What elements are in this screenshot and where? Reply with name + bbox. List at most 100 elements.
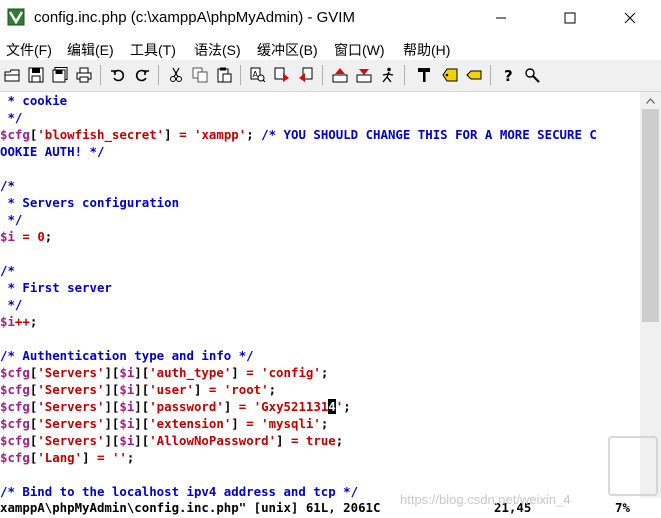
scrollbar-thumb[interactable] — [642, 109, 659, 322]
code-line[interactable]: */ — [0, 296, 22, 313]
menu-bar: 文件(F) 编辑(E) 工具(T) 语法(S) 缓冲区(B) 窗口(W) 帮助(… — [0, 36, 661, 60]
make-button[interactable] — [414, 65, 434, 85]
undo-icon — [111, 69, 125, 82]
code-token: ][ — [104, 365, 120, 380]
title-bar[interactable]: config.inc.php (c:\xamppA\phpMyAdmin) - … — [0, 0, 661, 36]
find-next-button[interactable] — [272, 65, 292, 85]
save-session-button[interactable] — [354, 65, 374, 85]
code-token: ; — [343, 399, 351, 414]
code-line[interactable]: * First server — [0, 279, 112, 296]
maximize-button[interactable] — [547, 0, 593, 36]
code-token: * cookie — [0, 93, 68, 108]
load-session-icon — [332, 68, 348, 83]
code-token: 'mysqli' — [261, 416, 321, 431]
code-token: '' — [111, 450, 127, 465]
scroll-up-button[interactable] — [640, 92, 661, 109]
toolbar-separator — [100, 65, 101, 85]
copy-button[interactable] — [190, 65, 210, 85]
code-token: true — [305, 433, 336, 448]
find-help-button[interactable] — [522, 65, 542, 85]
code-token: $i — [0, 229, 15, 244]
run-script-button[interactable] — [378, 65, 398, 85]
code-line[interactable]: $cfg['Lang'] = ''; — [0, 449, 134, 466]
menu-window[interactable]: 窗口(W) — [334, 40, 385, 60]
code-token: * First server — [0, 280, 112, 295]
print-button[interactable] — [74, 65, 94, 85]
editor-text-area[interactable]: * cookie */$cfg['blowfish_secret'] = 'xa… — [0, 92, 640, 498]
code-line[interactable]: /* — [0, 262, 15, 279]
code-line[interactable]: */ — [0, 109, 22, 126]
code-token: 'Servers' — [37, 433, 105, 448]
code-line[interactable]: */ — [0, 211, 22, 228]
code-token: 0 — [37, 229, 45, 244]
find-next-icon — [274, 67, 289, 82]
menu-help[interactable]: 帮助(H) — [403, 40, 450, 60]
code-line[interactable]: /* — [0, 177, 15, 194]
jump-tag-button[interactable] — [464, 65, 484, 85]
save-all-button[interactable] — [50, 65, 70, 85]
file-info: xamppA\phpMyAdmin\config.inc.php" [unix]… — [0, 500, 381, 515]
code-token: ] — [223, 399, 239, 414]
menu-tools[interactable]: 工具(T) — [130, 40, 176, 60]
code-line[interactable]: $i++; — [0, 313, 37, 330]
code-line[interactable]: /* Authentication type and info */ — [0, 347, 254, 364]
code-token: 'Lang' — [37, 450, 83, 465]
cut-button[interactable] — [166, 65, 186, 85]
close-button[interactable] — [607, 0, 653, 36]
chevron-up-icon — [646, 97, 655, 104]
undo-button[interactable] — [108, 65, 128, 85]
code-line[interactable]: /* Bind to the localhost ipv4 address an… — [0, 483, 358, 498]
code-line[interactable]: $cfg['Servers'][$i]['auth_type'] = 'conf… — [0, 364, 328, 381]
toolbar-separator — [404, 65, 405, 85]
run-script-icon — [382, 67, 394, 83]
code-token: ; — [268, 382, 277, 397]
load-session-button[interactable] — [330, 65, 350, 85]
code-line[interactable]: * cookie — [0, 92, 67, 109]
code-token: ; — [320, 416, 329, 431]
find-replace-button[interactable]: A — [248, 65, 268, 85]
paste-button[interactable] — [214, 65, 234, 85]
code-token: = — [179, 127, 187, 142]
code-token: ; — [246, 127, 262, 142]
code-line[interactable]: $cfg['Servers'][$i]['password'] = 'Gxy52… — [0, 398, 351, 415]
code-token: 'password' — [149, 399, 224, 414]
save-button[interactable] — [26, 65, 46, 85]
code-line[interactable]: $cfg['blowfish_secret'] = 'xampp'; /* YO… — [0, 126, 597, 143]
code-line[interactable]: $i = 0; — [0, 228, 52, 245]
run-ctags-button[interactable] — [440, 65, 460, 85]
help-button[interactable]: ? — [498, 65, 518, 85]
code-line[interactable]: $cfg['Servers'][$i]['extension'] = 'mysq… — [0, 415, 328, 432]
make-icon — [418, 68, 430, 82]
code-token: $cfg — [0, 399, 30, 414]
code-token: ] — [231, 416, 247, 431]
code-token: $i — [119, 433, 135, 448]
code-line[interactable]: * Servers configuration — [0, 194, 179, 211]
code-token: ][ — [104, 433, 120, 448]
find-replace-icon: A — [250, 67, 266, 83]
code-line[interactable]: $cfg['Servers'][$i]['user'] = 'root'; — [0, 381, 276, 398]
code-line[interactable]: $cfg['Servers'][$i]['AllowNoPassword'] =… — [0, 432, 343, 449]
open-icon — [4, 69, 20, 82]
find-prev-button[interactable] — [296, 65, 316, 85]
code-token: = — [246, 416, 254, 431]
code-token: ] — [82, 450, 97, 465]
redo-icon — [135, 69, 149, 82]
code-token: $cfg — [0, 127, 30, 142]
help-icon: ? — [504, 67, 513, 83]
code-token: ; — [29, 314, 38, 329]
menu-file[interactable]: 文件(F) — [6, 40, 52, 60]
code-token: /* YOU SHOULD CHANGE THIS FOR A MORE SEC… — [261, 127, 597, 142]
code-token: ; — [320, 365, 329, 380]
code-line[interactable]: OOKIE AUTH! */ — [0, 143, 104, 160]
open-button[interactable] — [2, 65, 22, 85]
code-token: 'Gxy521131 — [253, 399, 329, 414]
menu-edit[interactable]: 编辑(E) — [67, 40, 114, 60]
minimize-button[interactable] — [478, 0, 524, 36]
copy-icon — [192, 67, 208, 83]
redo-button[interactable] — [132, 65, 152, 85]
menu-syntax[interactable]: 语法(S) — [194, 40, 241, 60]
code-token: = — [246, 365, 254, 380]
menu-buffers[interactable]: 缓冲区(B) — [257, 40, 318, 60]
